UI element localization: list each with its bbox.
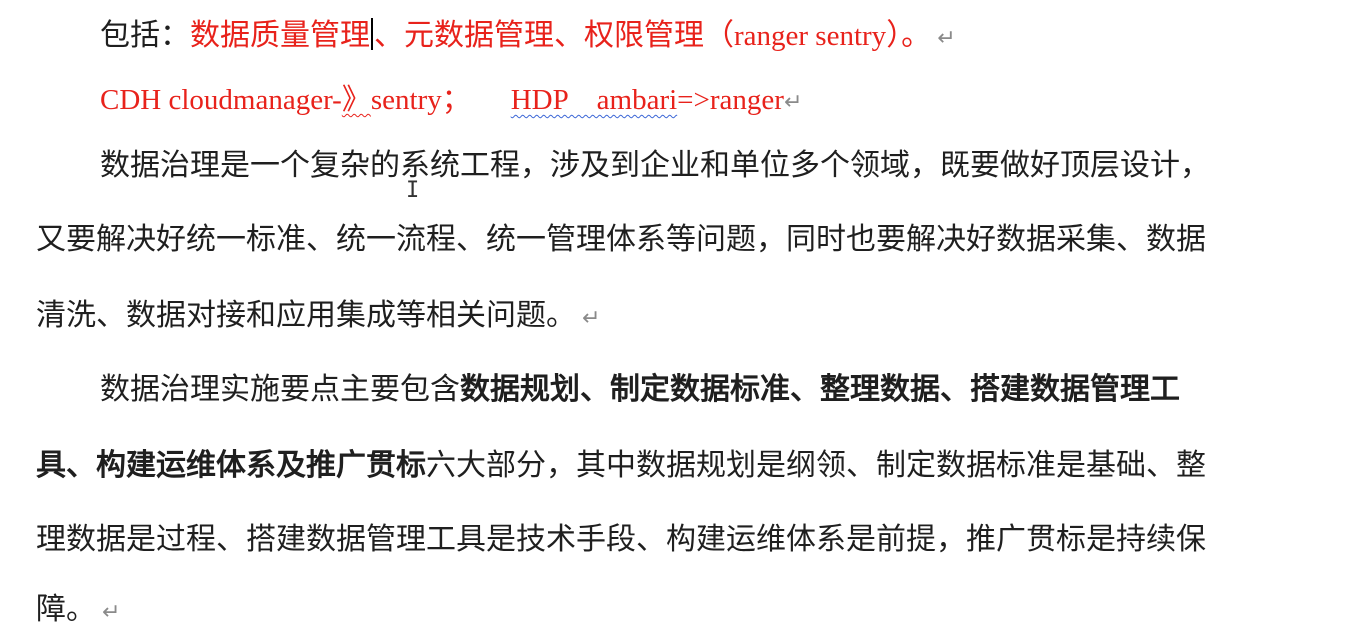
cdh-sentry: sentry； <box>370 84 471 116</box>
paragraph-scope[interactable]: 包括：数据质量管理 、元数据管理、权限管理（ranger sentry）。 ↵ <box>100 16 956 56</box>
para3-line-3-text: 清洗、数据对接和应用集成等相关问题。 <box>36 298 576 333</box>
hdp-ranger: =>ranger <box>677 84 784 116</box>
para4-line-1: 数据治理实施要点主要包含数据规划、制定数据标准、整理数据、搭建数据管理工 <box>100 370 1180 410</box>
para4-line-4: 障。 ↵ <box>36 590 120 630</box>
text-caret <box>371 18 373 50</box>
ibeam-cursor-icon: I <box>406 178 420 203</box>
para4-line-1-normal: 数据治理实施要点主要包含 <box>100 372 460 407</box>
paragraph-mark-icon: ↵ <box>102 600 121 625</box>
scope-item-data-quality: 数据质量管理 <box>190 18 370 53</box>
para4-line-2-normal: 六大部分，其中数据规划是纲领、制定数据标准是基础、整 <box>426 448 1206 483</box>
hdp-ambari: HDP ambari <box>510 84 678 116</box>
scope-prefix: 包括： <box>100 18 190 53</box>
scope-close: ）。 <box>886 18 932 53</box>
para4-line-4-text: 障。 <box>36 592 96 627</box>
scope-items-rest: 、元数据管理、权限管理（ <box>374 18 734 53</box>
document-page[interactable]: 包括：数据质量管理 、元数据管理、权限管理（ranger sentry）。 ↵ CD… <box>0 0 1345 638</box>
para3-line-3: 清洗、数据对接和应用集成等相关问题。 ↵ <box>36 296 600 336</box>
para3-line-1: 数据治理是一个复杂的系统工程，涉及到企业和单位多个领域，既要做好顶层设计， <box>100 148 1210 183</box>
scope-tools: ranger sentry <box>734 20 887 52</box>
para4-line-2: 具、构建运维体系及推广贯标六大部分，其中数据规划是纲领、制定数据标准是基础、整 <box>36 446 1206 486</box>
paragraph-mark-icon: ↵ <box>783 90 803 115</box>
cdh-label: CDH cloudmanager- <box>100 84 342 116</box>
para4-line-1-bold: 数据规划、制定数据标准、整理数据、搭建数据管理工 <box>460 372 1180 407</box>
para4-line-3: 理数据是过程、搭建数据管理工具是技术手段、构建运维体系是前提，推广贯标是持续保 <box>36 522 1206 557</box>
para4-line-2-bold: 具、构建运维体系及推广贯标 <box>36 448 426 483</box>
paragraph-platforms[interactable]: CDH cloudmanager-》sentry； HDP ambari=>ran… <box>100 80 802 120</box>
paragraph-mark-icon: ↵ <box>937 26 956 51</box>
paragraph-mark-icon: ↵ <box>582 306 601 331</box>
para3-line-2: 又要解决好统一标准、统一流程、统一管理体系等问题，同时也要解决好数据采集、数据 <box>36 222 1206 257</box>
cdh-arrow: 》 <box>341 84 371 116</box>
